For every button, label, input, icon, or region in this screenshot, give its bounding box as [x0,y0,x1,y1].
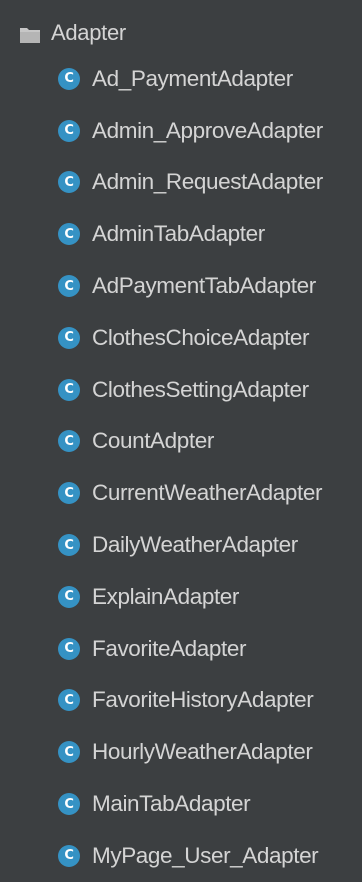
class-icon: C [58,67,80,90]
class-icon-glyph: C [64,433,74,449]
tree-item[interactable]: C Admin_RequestAdapter [0,157,362,209]
tree-item-label: CountAdpter [92,428,214,454]
tree-item[interactable]: C CurrentWeatherAdapter [0,467,362,519]
class-icon: C [58,534,80,557]
tree-item-label: ClothesSettingAdapter [92,376,309,402]
class-icon: C [58,793,80,816]
tree-item-label: AdPaymentTabAdapter [92,273,316,299]
tree-item-label: FavoriteAdapter [92,635,247,661]
tree-item-label: FavoriteHistoryAdapter [92,687,314,713]
class-icon-glyph: C [64,123,74,139]
class-icon-glyph: C [64,537,74,553]
class-icon: C [58,223,80,246]
class-icon: C [58,326,80,349]
class-icon-glyph: C [64,485,74,501]
tree-item-label: AdminTabAdapter [92,221,265,247]
class-icon: C [58,430,80,453]
tree-item[interactable]: C ExplainAdapter [0,571,362,623]
class-icon-glyph: C [64,848,74,864]
class-icon-glyph: C [64,589,74,605]
folder-icon [19,24,41,43]
class-icon-glyph: C [64,692,74,708]
class-icon: C [58,844,80,867]
class-icon-glyph: C [64,382,74,398]
class-icon-glyph: C [64,796,74,812]
tree-item[interactable]: C DailyWeatherAdapter [0,519,362,571]
tree-item[interactable]: C Ad_PaymentAdapter [0,53,362,105]
tree-item-label: ExplainAdapter [92,583,240,609]
tree-item[interactable]: C MyPage_User_Adapter [0,830,362,882]
tree-item-label: MyPage_User_Adapter [92,842,319,868]
class-icon-glyph: C [64,744,74,760]
folder-adapter[interactable]: Adapter [0,13,362,53]
tree-item[interactable]: C ClothesSettingAdapter [0,364,362,416]
tree-item-label: HourlyWeatherAdapter [92,739,313,765]
tree-item-label: ClothesChoiceAdapter [92,324,310,350]
tree-item[interactable]: C HourlyWeatherAdapter [0,726,362,778]
tree-item-label: CurrentWeatherAdapter [92,480,323,506]
class-icon-glyph: C [64,278,74,294]
tree-item[interactable]: C CountAdpter [0,416,362,468]
class-icon: C [58,119,80,142]
class-icon: C [58,741,80,764]
tree-item[interactable]: C Admin_ApproveAdapter [0,105,362,157]
class-icon: C [58,689,80,712]
class-icon-glyph: C [64,226,74,242]
tree-item[interactable]: C FavoriteAdapter [0,623,362,675]
tree-item[interactable]: C ClothesChoiceAdapter [0,312,362,364]
tree-item[interactable]: C AdminTabAdapter [0,208,362,260]
project-tree: Adapter C Ad_PaymentAdapter C Admin_Approve… [0,0,362,868]
tree-item[interactable]: C MainTabAdapter [0,778,362,830]
tree-item-label: Admin_RequestAdapter [92,169,323,195]
tree-item-label: Ad_PaymentAdapter [92,65,293,91]
tree-item-label: Admin_ApproveAdapter [92,117,323,143]
class-icon: C [58,637,80,660]
class-icon-glyph: C [64,174,74,190]
class-icon-glyph: C [64,330,74,346]
class-icon: C [58,275,80,298]
class-icon: C [58,482,80,505]
tree-item[interactable]: C AdPaymentTabAdapter [0,260,362,312]
tree-item[interactable]: C FavoriteHistoryAdapter [0,675,362,727]
tree-item-label: DailyWeatherAdapter [92,532,298,558]
class-icon: C [58,378,80,401]
tree-item-label: MainTabAdapter [92,791,251,817]
class-icon: C [58,585,80,608]
class-icon: C [58,171,80,194]
class-icon-glyph: C [64,641,74,657]
class-icon-glyph: C [64,71,74,87]
folder-label: Adapter [51,20,126,45]
